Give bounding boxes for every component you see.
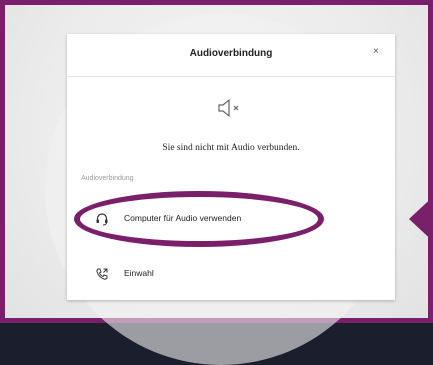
highlight-ring [74,191,324,247]
screenshot-frame: Audioverbindung × Sie sind nicht mit Aud… [0,0,433,365]
speaker-muted-icon [217,98,245,123]
pointer-arrow [409,192,433,246]
dialog-title: Audioverbindung [189,48,273,59]
section-label: Audioverbindung [81,175,134,182]
audio-status-text: Sie sind nicht mit Audio verbunden. [162,143,300,153]
header-divider [67,76,395,77]
dial-in-option[interactable]: Einwahl [67,260,395,288]
phone-icon [95,267,109,286]
close-button[interactable]: × [373,46,379,57]
audio-connection-dialog: Audioverbindung × Sie sind nicht mit Aud… [67,34,395,300]
dial-in-label: Einwahl [124,268,154,278]
